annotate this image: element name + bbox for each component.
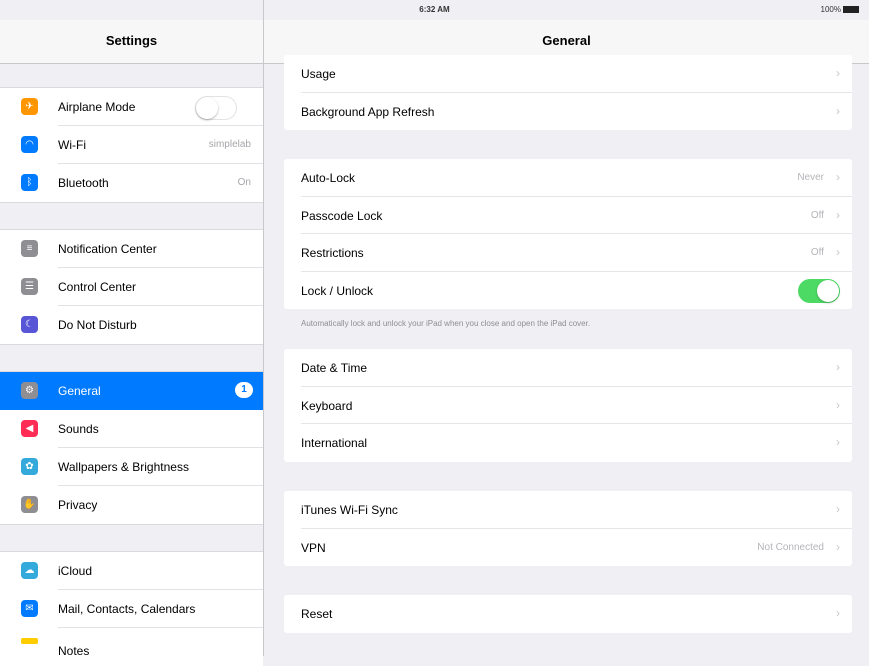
update-badge: 1	[235, 382, 253, 398]
row-label: Restrictions	[301, 246, 364, 260]
sidebar-item-label: Bluetooth	[58, 176, 109, 190]
row-usage[interactable]: Usage ›	[284, 55, 852, 93]
sidebar-item-general[interactable]: ⚙ General 1	[0, 372, 263, 410]
notification-center-icon: ≡	[21, 240, 38, 257]
row-label: Keyboard	[301, 398, 353, 413]
row-label: Usage	[301, 67, 336, 81]
settings-group-sync: iTunes Wi-Fi Sync › VPN Not Connected ›	[284, 491, 852, 566]
moon-icon: ☾	[21, 316, 38, 333]
sidebar-item-wifi[interactable]: ◠ Wi-Fi simplelab	[0, 126, 263, 164]
bluetooth-value: On	[237, 177, 251, 188]
vpn-status-value: Not Connected	[757, 541, 824, 553]
chevron-right-icon: ›	[836, 397, 840, 412]
sidebar-item-label: Mail, Contacts, Calendars	[58, 602, 196, 616]
settings-sidebar: Settings ✈ Airplane Mode ◠ Wi-Fi simplel…	[0, 0, 264, 666]
sidebar-item-mail-contacts-calendars[interactable]: ✉ Mail, Contacts, Calendars	[0, 590, 263, 628]
chevron-right-icon: ›	[836, 66, 840, 80]
chevron-right-icon: ›	[836, 207, 840, 222]
sidebar-group-device: ⚙ General 1 ◀ Sounds ✿ Wallpapers & Brig…	[0, 371, 263, 525]
row-label: iTunes Wi-Fi Sync	[301, 503, 398, 517]
notes-icon	[21, 638, 38, 644]
row-reset[interactable]: Reset ›	[284, 595, 852, 633]
sidebar-item-airplane-mode[interactable]: ✈ Airplane Mode	[0, 88, 263, 126]
sidebar-navbar: Settings	[0, 20, 263, 64]
passcode-lock-value: Off	[810, 209, 824, 221]
restrictions-value: Off	[810, 247, 824, 258]
sidebar-item-icloud[interactable]: ☁ iCloud	[0, 552, 263, 590]
sidebar-item-do-not-disturb[interactable]: ☾ Do Not Disturb	[0, 306, 263, 344]
lock-unlock-footnote: Automatically lock and unlock your iPad …	[301, 319, 591, 328]
wifi-network-value: simplelab	[208, 139, 251, 150]
chevron-right-icon: ›	[836, 103, 840, 118]
sidebar-item-wallpapers-brightness[interactable]: ✿ Wallpapers & Brightness	[0, 448, 263, 486]
speaker-icon: ◀	[21, 420, 38, 437]
sidebar-item-label: Airplane Mode	[58, 100, 136, 114]
wifi-icon: ◠	[21, 136, 38, 153]
chevron-right-icon: ›	[836, 245, 840, 259]
sidebar-item-label: Wallpapers & Brightness	[58, 460, 189, 474]
sidebar-item-label: iCloud	[58, 564, 93, 578]
row-lock-unlock: Lock / Unlock	[284, 272, 852, 310]
row-label: Passcode Lock	[301, 208, 383, 223]
sidebar-item-label: Wi-Fi	[58, 138, 86, 152]
lock-unlock-toggle[interactable]	[798, 278, 840, 303]
hand-icon: ✋	[21, 496, 38, 513]
row-auto-lock[interactable]: Auto-Lock Never ›	[284, 159, 852, 197]
mail-icon: ✉	[21, 600, 38, 617]
sidebar-item-label: Notification Center	[58, 242, 157, 256]
sidebar-group-connectivity: ✈ Airplane Mode ◠ Wi-Fi simplelab ᛒ Blue…	[0, 87, 263, 203]
chevron-right-icon: ›	[836, 502, 840, 516]
sidebar-item-notification-center[interactable]: ≡ Notification Center	[0, 230, 263, 268]
settings-group-datetime: Date & Time › Keyboard › International ›	[284, 349, 852, 462]
sidebar-item-control-center[interactable]: ☰ Control Center	[0, 268, 263, 306]
row-itunes-wifi-sync[interactable]: iTunes Wi-Fi Sync ›	[284, 491, 852, 529]
sidebar-item-label: General	[58, 384, 101, 398]
sidebar-group-notifications: ≡ Notification Center ☰ Control Center ☾…	[0, 229, 263, 345]
cloud-icon: ☁	[21, 562, 38, 579]
row-label: International	[301, 436, 368, 450]
row-background-app-refresh[interactable]: Background App Refresh ›	[284, 93, 852, 131]
auto-lock-value: Never	[797, 172, 824, 183]
row-label: Reset	[301, 607, 333, 621]
control-center-icon: ☰	[21, 278, 38, 295]
sidebar-item-label: Control Center	[58, 280, 137, 294]
settings-group-usage: Usage › Background App Refresh ›	[284, 55, 852, 130]
general-settings-pane: General Usage › Background App Refresh ›…	[264, 0, 869, 656]
sidebar-title: Settings	[105, 33, 158, 48]
row-passcode-lock[interactable]: Passcode Lock Off ›	[284, 197, 852, 234]
row-vpn[interactable]: VPN Not Connected ›	[284, 529, 852, 567]
row-keyboard[interactable]: Keyboard ›	[284, 387, 852, 424]
row-date-time[interactable]: Date & Time ›	[284, 349, 852, 387]
chevron-right-icon: ›	[836, 539, 840, 554]
sidebar-item-label: Sounds	[58, 422, 99, 436]
sidebar-item-notes[interactable]: Notes	[0, 628, 263, 666]
airplane-icon: ✈	[21, 98, 38, 115]
page-title: General	[542, 33, 591, 48]
sidebar-item-privacy[interactable]: ✋ Privacy	[0, 486, 263, 524]
chevron-right-icon: ›	[836, 170, 840, 184]
gear-icon: ⚙	[21, 382, 38, 399]
bluetooth-icon: ᛒ	[21, 174, 38, 191]
row-label: Auto-Lock	[301, 171, 356, 185]
chevron-right-icon: ›	[836, 606, 840, 620]
sidebar-item-bluetooth[interactable]: ᛒ Bluetooth On	[0, 164, 263, 202]
airplane-mode-toggle[interactable]	[195, 96, 237, 120]
row-label: VPN	[301, 540, 326, 555]
sidebar-group-accounts: ☁ iCloud ✉ Mail, Contacts, Calendars Not…	[0, 551, 263, 666]
chevron-right-icon: ›	[836, 435, 840, 449]
settings-group-reset: Reset ›	[284, 595, 852, 633]
row-label: Date & Time	[301, 361, 368, 375]
sidebar-item-sounds[interactable]: ◀ Sounds	[0, 410, 263, 448]
row-label: Lock / Unlock	[301, 283, 374, 298]
row-restrictions[interactable]: Restrictions Off ›	[284, 234, 852, 272]
settings-group-lock: Auto-Lock Never › Passcode Lock Off › Re…	[284, 159, 852, 309]
row-international[interactable]: International ›	[284, 424, 852, 462]
wallpaper-icon: ✿	[21, 458, 38, 475]
sidebar-item-label: Privacy	[58, 498, 98, 512]
row-label: Background App Refresh	[301, 104, 435, 119]
chevron-right-icon: ›	[836, 360, 840, 374]
sidebar-item-label: Do Not Disturb	[58, 318, 137, 332]
